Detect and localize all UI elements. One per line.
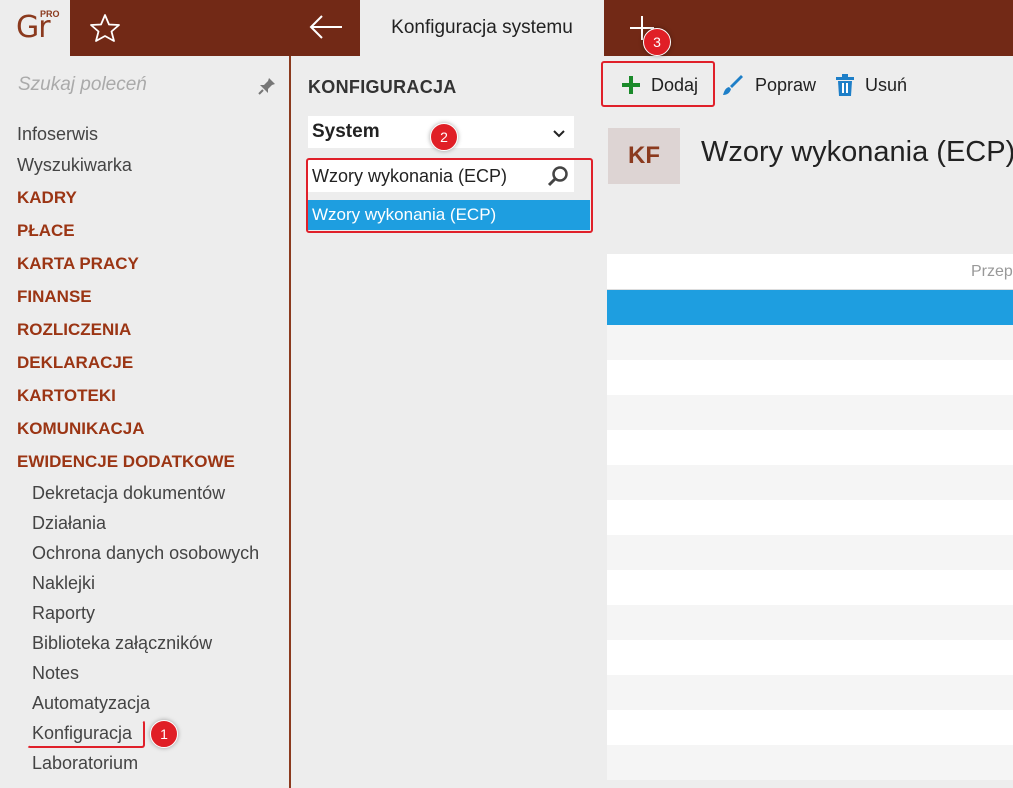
module-badge: KF [608, 128, 680, 184]
favorites-star-icon[interactable] [88, 12, 122, 44]
table-row[interactable] [607, 430, 1013, 465]
config-panel: KONFIGURACJA System 2 Wzory wykonania (E… [293, 56, 593, 788]
logo-pro-badge: PRO [40, 9, 60, 19]
sidebar-item-komunikacja[interactable]: KOMUNIKACJA [17, 419, 145, 439]
sidebar-item-ochrona-danych[interactable]: Ochrona danych osobowych [32, 543, 259, 564]
sidebar-item-infoserwis[interactable]: Infoserwis [17, 124, 98, 145]
command-search-input[interactable]: Szukaj poleceń [18, 74, 147, 96]
chevron-down-icon [552, 124, 566, 138]
table-row[interactable] [607, 710, 1013, 745]
delete-button-label: Usuń [865, 74, 908, 95]
edit-button[interactable]: Popraw [721, 70, 816, 100]
annotation-highlight-3 [601, 61, 715, 107]
sidebar-item-finanse[interactable]: FINANSE [17, 287, 92, 307]
sidebar-item-dzialania[interactable]: Działania [32, 513, 106, 534]
sidebar-item-karta-pracy[interactable]: KARTA PRACY [17, 254, 139, 274]
sidebar: Szukaj poleceń Infoserwis Wyszukiwarka K… [0, 56, 291, 788]
delete-button[interactable]: Usuń [835, 70, 907, 100]
back-arrow-icon[interactable] [306, 10, 346, 44]
table-row[interactable] [607, 535, 1013, 570]
table-row[interactable] [607, 325, 1013, 360]
edit-button-label: Popraw [755, 74, 817, 95]
table-row[interactable] [607, 570, 1013, 605]
command-search[interactable]: Szukaj poleceń [0, 56, 289, 118]
sidebar-item-kartoteki[interactable]: KARTOTEKI [17, 386, 116, 406]
sidebar-item-laboratorium[interactable]: Laboratorium [32, 753, 138, 774]
grid-column-header[interactable]: Przep [971, 263, 1013, 281]
page-title: Wzory wykonania (ECP) [701, 136, 1013, 168]
annotation-highlight-1 [27, 720, 145, 748]
content-area: Dodaj 3 Popraw Usuń KF Wzory wykonania (… [593, 28, 1013, 788]
sidebar-item-place[interactable]: PŁACE [17, 221, 75, 241]
brush-icon [723, 75, 743, 95]
annotation-highlight-2 [306, 158, 593, 233]
tab-konfiguracja-systemu[interactable]: Konfiguracja systemu [360, 0, 604, 56]
pin-icon[interactable] [257, 76, 277, 96]
grid-header: Przep [607, 254, 1013, 290]
table-row[interactable] [607, 640, 1013, 675]
table-row-selected[interactable] [607, 290, 1013, 325]
sidebar-item-notes[interactable]: Notes [32, 663, 79, 684]
config-panel-heading: KONFIGURACJA [308, 77, 457, 97]
table-row[interactable] [607, 675, 1013, 710]
table-row[interactable] [607, 360, 1013, 395]
table-row[interactable] [607, 465, 1013, 500]
table-row[interactable] [607, 395, 1013, 430]
app-logo[interactable]: Gr PRO [0, 0, 70, 56]
sidebar-item-dekretacja[interactable]: Dekretacja dokumentów [32, 483, 225, 504]
table-row[interactable] [607, 500, 1013, 535]
annotation-badge-2: 2 [430, 123, 458, 151]
annotation-badge-1: 1 [150, 720, 178, 748]
top-bar: Gr PRO Konfiguracja systemu [0, 0, 1013, 56]
sidebar-item-deklaracje[interactable]: DEKLARACJE [17, 353, 133, 373]
sidebar-item-ewidencje-dodatkowe[interactable]: EWIDENCJE DODATKOWE [17, 452, 235, 472]
sidebar-item-rozliczenia[interactable]: ROZLICZENIA [17, 320, 131, 340]
sidebar-item-wyszukiwarka[interactable]: Wyszukiwarka [17, 155, 132, 176]
system-select-value: System [312, 121, 380, 142]
annotation-badge-3: 3 [643, 28, 671, 56]
trash-icon [836, 74, 854, 96]
data-grid: Przep [607, 254, 1013, 788]
table-row[interactable] [607, 605, 1013, 640]
sidebar-item-automatyzacja[interactable]: Automatyzacja [32, 693, 150, 714]
table-row[interactable] [607, 745, 1013, 780]
sidebar-item-biblioteka[interactable]: Biblioteka załączników [32, 633, 212, 654]
sidebar-item-naklejki[interactable]: Naklejki [32, 573, 95, 594]
sidebar-item-raporty[interactable]: Raporty [32, 603, 95, 624]
sidebar-item-kadry[interactable]: KADRY [17, 188, 77, 208]
